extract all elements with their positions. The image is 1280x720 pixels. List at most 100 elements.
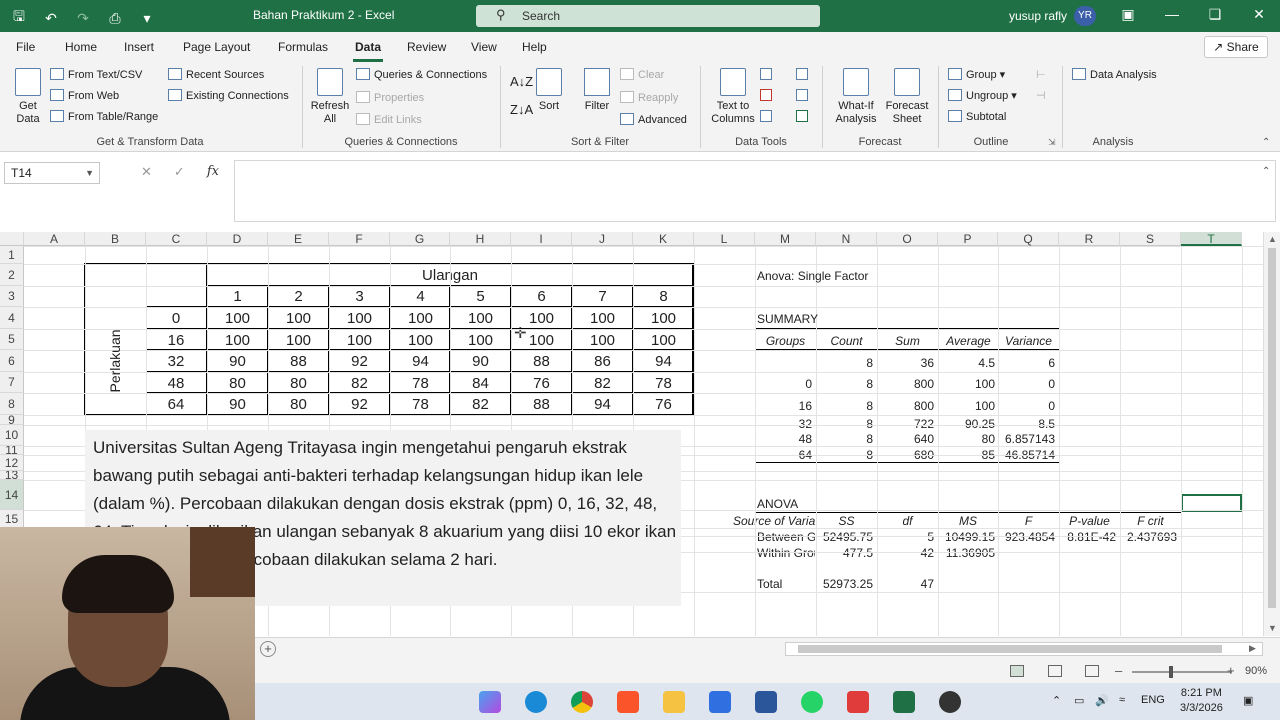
recent-sources-button[interactable]: Recent Sources xyxy=(168,68,264,81)
summary-cell[interactable]: 0 xyxy=(755,377,812,391)
summary-cell[interactable]: 90.25 xyxy=(938,417,995,431)
column-header-s[interactable]: S xyxy=(1120,232,1181,246)
column-header-j[interactable]: J xyxy=(572,232,633,246)
notification-icon[interactable]: ▣ xyxy=(1243,694,1253,707)
close-icon[interactable]: ✕ xyxy=(1247,6,1271,23)
select-all-corner[interactable] xyxy=(0,232,24,246)
column-header-d[interactable]: D xyxy=(207,232,268,246)
page-break-view-icon[interactable] xyxy=(1085,665,1099,677)
row-header-11[interactable]: 11 xyxy=(0,444,24,456)
hide-detail-icon[interactable]: ⊣ xyxy=(1036,89,1046,102)
treatment-dose[interactable]: 64 xyxy=(146,396,206,413)
normal-view-icon[interactable] xyxy=(1010,665,1024,677)
data-cell[interactable]: 100 xyxy=(207,310,268,327)
zoom-in-icon[interactable]: + xyxy=(1227,663,1235,678)
row-header-3[interactable]: 3 xyxy=(0,286,24,307)
data-cell[interactable]: 82 xyxy=(572,375,633,392)
zoom-slider-thumb[interactable] xyxy=(1169,666,1173,678)
row-header-6[interactable]: 6 xyxy=(0,350,24,372)
remove-duplicates-icon[interactable] xyxy=(760,89,776,102)
horizontal-scrollbar[interactable] xyxy=(785,642,1263,656)
summary-cell[interactable]: 800 xyxy=(877,377,934,391)
column-header-r[interactable]: R xyxy=(1059,232,1120,246)
existing-connections-button[interactable]: Existing Connections xyxy=(168,89,289,102)
customize-qat-icon[interactable]: ▾ xyxy=(138,10,156,27)
avatar[interactable]: YR xyxy=(1074,6,1096,26)
column-header-k[interactable]: K xyxy=(633,232,694,246)
store-icon[interactable] xyxy=(709,691,731,713)
treatment-dose[interactable]: 32 xyxy=(146,353,206,370)
summary-cell[interactable]: 8 xyxy=(816,399,873,413)
data-cell[interactable]: 94 xyxy=(390,353,451,370)
data-analysis-button[interactable]: Data Analysis xyxy=(1072,68,1157,81)
cancel-icon[interactable]: ✕ xyxy=(141,164,152,180)
copilot-icon[interactable] xyxy=(479,691,501,713)
anova-cell[interactable]: 2.437693 xyxy=(1120,530,1177,544)
summary-cell[interactable]: 0 xyxy=(998,399,1055,413)
summary-cell[interactable]: 6.857143 xyxy=(998,432,1055,446)
summary-cell[interactable]: 36 xyxy=(877,356,934,370)
clock[interactable]: 8:21 PM 3/3/2026 xyxy=(1180,686,1223,716)
row-header-9[interactable]: 9 xyxy=(0,414,24,426)
column-header-m[interactable]: M xyxy=(755,232,816,246)
sort-az-icon[interactable]: A↓Z xyxy=(510,74,533,89)
anova-total-label[interactable]: Total xyxy=(757,577,782,591)
anova-cell[interactable]: 11.36905 xyxy=(938,546,995,560)
data-cell[interactable]: 86 xyxy=(572,353,633,370)
summary-cell[interactable]: 4.5 xyxy=(938,356,995,370)
row-header-7[interactable]: 7 xyxy=(0,372,24,393)
data-cell[interactable]: 92 xyxy=(329,396,390,413)
column-header-l[interactable]: L xyxy=(694,232,755,246)
from-table-range-button[interactable]: From Table/Range xyxy=(50,110,158,123)
from-web-button[interactable]: From Web xyxy=(50,89,119,102)
tab-review[interactable]: Review xyxy=(407,40,446,54)
queries-connections-button[interactable]: Queries & Connections xyxy=(356,68,487,81)
data-cell[interactable]: 90 xyxy=(207,396,268,413)
row-header-8[interactable]: 8 xyxy=(0,393,24,415)
anova-source[interactable]: Between Groups xyxy=(757,530,815,544)
refresh-all-button[interactable]: Refresh All xyxy=(308,68,352,126)
show-detail-icon[interactable]: ⊢ xyxy=(1036,68,1046,81)
anova-source[interactable]: Within Groups xyxy=(757,546,815,560)
data-cell[interactable]: 94 xyxy=(633,353,694,370)
obs-icon[interactable] xyxy=(939,691,961,713)
minimize-icon[interactable]: — xyxy=(1160,6,1184,22)
treatment-dose[interactable]: 0 xyxy=(146,310,206,327)
column-header-p[interactable]: P xyxy=(938,232,998,246)
data-cell[interactable]: 100 xyxy=(268,310,329,327)
edit-links-button[interactable]: Edit Links xyxy=(356,113,422,126)
tab-home[interactable]: Home xyxy=(65,40,97,54)
scroll-up-icon[interactable]: ▲ xyxy=(1268,234,1277,244)
column-header-a[interactable]: A xyxy=(24,232,85,246)
tab-help[interactable]: Help xyxy=(522,40,547,54)
save-icon[interactable]: 🖫 xyxy=(10,6,28,30)
get-data-button[interactable]: Get Data xyxy=(8,68,48,126)
row-header-14[interactable]: 14 xyxy=(0,480,24,510)
anova-cell[interactable]: 8.81E-42 xyxy=(1059,530,1116,544)
edge-icon[interactable] xyxy=(525,691,547,713)
consolidate-icon[interactable] xyxy=(796,68,812,81)
battery-icon[interactable]: ▭ xyxy=(1074,694,1084,707)
summary-cell[interactable]: 640 xyxy=(877,432,934,446)
summary-cell[interactable]: 16 xyxy=(755,399,812,413)
outline-dialog-launcher-icon[interactable]: ⇲ xyxy=(1048,137,1056,148)
row-header-13[interactable]: 13 xyxy=(0,469,24,481)
data-cell[interactable]: 100 xyxy=(329,332,390,349)
sort-button[interactable]: Sort xyxy=(534,68,564,113)
column-header-n[interactable]: N xyxy=(816,232,877,246)
file-explorer-icon[interactable] xyxy=(663,691,685,713)
data-validation-icon[interactable] xyxy=(760,110,776,123)
data-cell[interactable]: 90 xyxy=(207,353,268,370)
column-header-g[interactable]: G xyxy=(390,232,450,246)
restore-icon[interactable]: ❏ xyxy=(1203,6,1227,23)
relationships-icon[interactable] xyxy=(796,89,812,102)
treatment-dose[interactable]: 48 xyxy=(146,375,206,392)
summary-cell[interactable]: 100 xyxy=(938,399,995,413)
data-cell[interactable]: 100 xyxy=(572,332,633,349)
data-cell[interactable]: 100 xyxy=(450,332,511,349)
chevron-up-icon[interactable]: ⌃ xyxy=(1052,694,1061,707)
collapse-formula-bar-icon[interactable]: ⌃ xyxy=(1262,166,1270,177)
data-cell[interactable]: 88 xyxy=(268,353,329,370)
tab-data[interactable]: Data xyxy=(355,40,381,54)
tab-formulas[interactable]: Formulas xyxy=(278,40,328,54)
